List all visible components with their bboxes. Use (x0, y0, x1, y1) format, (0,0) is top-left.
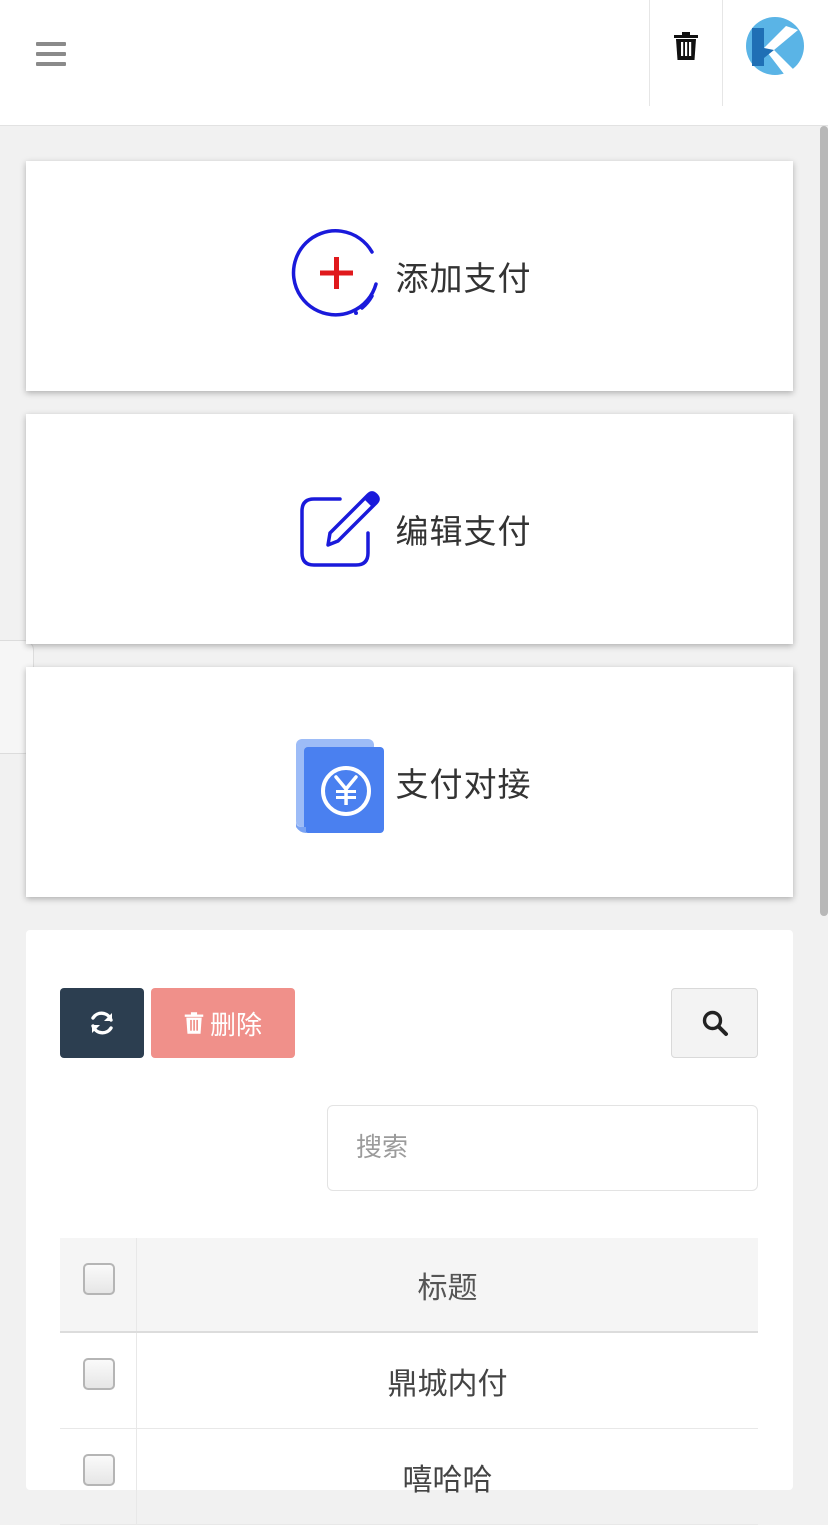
card-label: 编辑支付 (395, 512, 532, 551)
delete-button[interactable]: 删除 (151, 988, 295, 1058)
add-circle-icon (288, 226, 388, 326)
search-icon (702, 1010, 728, 1036)
select-all-checkbox[interactable] (83, 1263, 115, 1295)
card-label: 添加支付 (395, 259, 532, 298)
delete-label: 删除 (209, 1010, 262, 1041)
payment-table: 标题 鼎城内付 嘻哈哈 (60, 1238, 758, 1525)
hamburger-icon[interactable] (36, 42, 68, 70)
search-toggle-button[interactable] (671, 988, 758, 1058)
row-checkbox[interactable] (83, 1454, 115, 1486)
add-payment-card[interactable]: 添加支付 (26, 161, 793, 391)
table-header-row: 标题 (60, 1238, 758, 1333)
row-checkbox[interactable] (83, 1358, 115, 1390)
edit-icon (288, 479, 388, 579)
payment-list-panel: 删除 标题 鼎城内付 嘻哈哈 (26, 930, 793, 1525)
card-label: 支付对接 (395, 765, 532, 804)
trash-icon (184, 1012, 204, 1034)
yuan-payment-icon (288, 732, 388, 833)
page-scrollbar[interactable] (816, 126, 828, 916)
refresh-icon (91, 1011, 113, 1035)
header-divider (649, 0, 650, 106)
payment-integration-card[interactable]: 支付对接 (26, 667, 793, 897)
trash-icon[interactable] (664, 28, 708, 64)
refresh-button[interactable] (60, 988, 144, 1058)
row-title: 嘻哈哈 (402, 1462, 493, 1498)
row-title: 鼎城内付 (387, 1366, 508, 1402)
table-row[interactable]: 嘻哈哈 (60, 1429, 758, 1525)
k-logo-icon[interactable] (742, 14, 806, 78)
header-divider (722, 0, 723, 106)
search-input[interactable] (327, 1105, 758, 1191)
column-header-title[interactable]: 标题 (137, 1238, 758, 1331)
top-header (0, 0, 828, 126)
edit-payment-card[interactable]: 编辑支付 (26, 414, 793, 644)
table-row[interactable]: 鼎城内付 (60, 1333, 758, 1429)
